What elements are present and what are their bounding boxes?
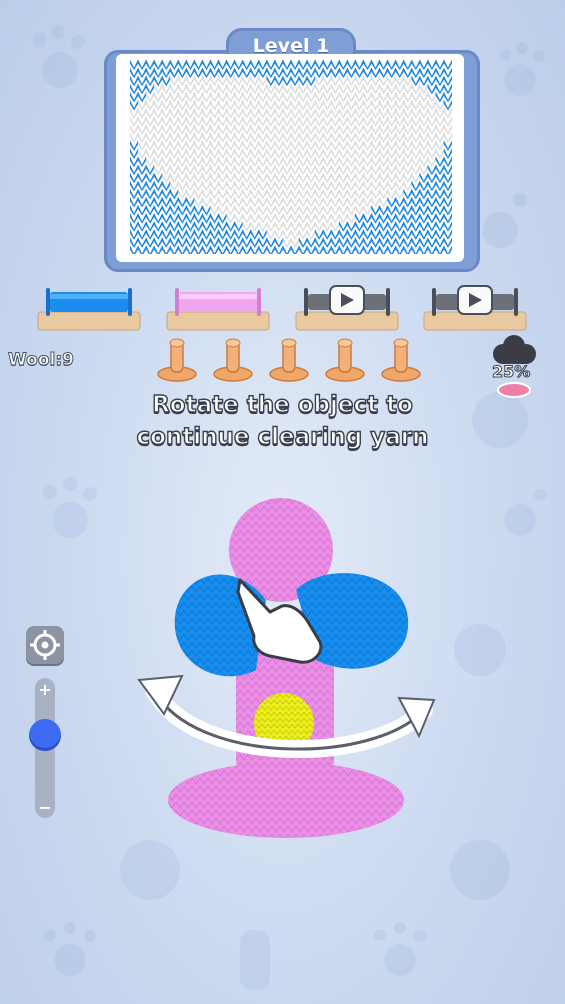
knit-stitch [379, 60, 388, 71]
wool-peg[interactable] [268, 336, 310, 382]
knit-stitch [331, 60, 340, 71]
wool-peg[interactable] [156, 336, 198, 382]
spool-locked-video-1[interactable] [294, 280, 400, 332]
knit-stitch [411, 60, 420, 71]
knit-stitch [363, 60, 372, 71]
knit-stitch [153, 60, 163, 71]
knit-stitch [210, 60, 219, 71]
knit-stitch [266, 60, 276, 71]
knit-stitch [250, 60, 259, 71]
knit-stitch [202, 60, 211, 71]
knit-stitch [137, 60, 147, 71]
target-icon [30, 630, 60, 660]
wool-peg[interactable] [212, 336, 254, 382]
wool-counter: Wool:9 [8, 350, 75, 371]
wool-peg[interactable] [380, 336, 422, 382]
knit-stitch [186, 60, 195, 71]
progress-percent: 25% [491, 362, 531, 382]
knit-stitch [290, 60, 300, 71]
knit-stitch [178, 60, 187, 71]
knit-stitch [395, 60, 404, 71]
knit-stitch [387, 60, 396, 71]
knit-stitch [403, 60, 412, 71]
knit-stitch [314, 60, 324, 71]
knit-stitch [130, 60, 139, 71]
knit-stitch [339, 60, 348, 71]
zoom-slider-thumb[interactable] [29, 719, 61, 751]
knit-stitch [234, 60, 243, 71]
knit-stitch [145, 60, 155, 71]
zoom-minus[interactable]: − [35, 798, 55, 817]
knit-stitch [427, 60, 437, 71]
knit-stitch [162, 60, 171, 71]
knit-stitch [226, 60, 235, 71]
knit-pattern-heart [130, 60, 452, 254]
knit-stitch [347, 60, 356, 71]
knit-stitch [443, 60, 452, 71]
spool-blue[interactable] [36, 280, 142, 332]
zoom-plus[interactable]: + [35, 680, 55, 699]
knit-stitch [218, 60, 227, 71]
knit-stitch [323, 60, 332, 71]
knit-stitch [170, 60, 179, 71]
instruction-line-1: Rotate the object to [151, 391, 413, 418]
hand-pointer-icon [236, 578, 323, 664]
rotate-arrow-icon [137, 674, 436, 759]
wool-peg[interactable] [324, 336, 366, 382]
knit-stitch [355, 60, 364, 71]
knit-stitch [419, 60, 429, 71]
knit-stitch [306, 60, 316, 71]
spool-pink[interactable] [165, 280, 271, 332]
knit-stitch [274, 60, 284, 71]
recenter-button[interactable] [26, 626, 64, 664]
instruction-line-2: continue clearing yarn [136, 423, 429, 450]
knit-stitch [371, 60, 380, 71]
knit-stitch [258, 60, 268, 71]
spool-locked-video-2[interactable] [422, 280, 528, 332]
knit-stitch [298, 60, 308, 71]
knit-stitch [242, 60, 251, 71]
knit-stitch [282, 60, 292, 71]
knit-stitch [194, 60, 203, 71]
knit-stitch [435, 60, 445, 71]
